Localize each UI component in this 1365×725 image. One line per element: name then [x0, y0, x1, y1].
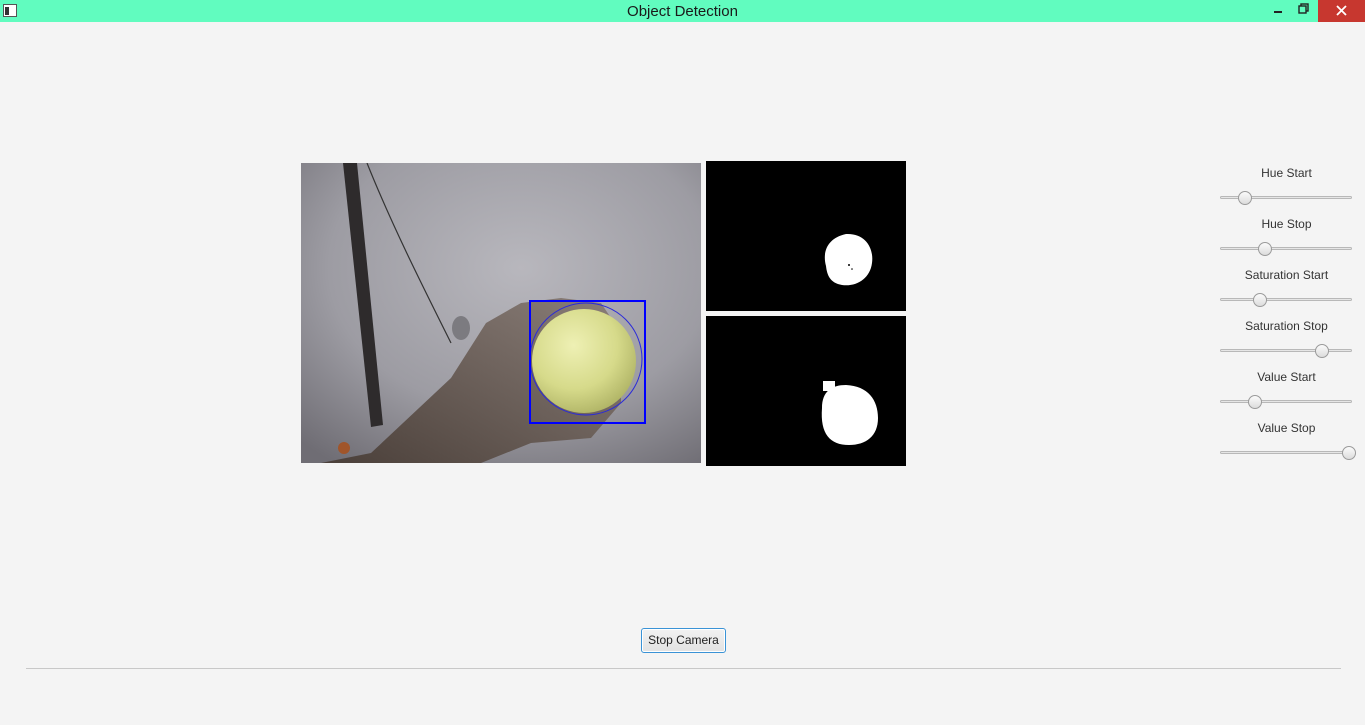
binary-mask-image [824, 233, 873, 286]
close-icon [1336, 5, 1347, 16]
hsv-slider-panel: Hue Start Hue Stop Saturation Start Satu… [1220, 166, 1356, 472]
hue-start-slider-group: Hue Start [1220, 166, 1353, 217]
minimize-button[interactable] [1266, 0, 1290, 22]
saturation-start-track[interactable] [1220, 298, 1352, 301]
stop-camera-button[interactable]: Stop Camera [641, 628, 726, 653]
hue-stop-slider-group: Hue Stop [1220, 217, 1353, 268]
title-bar: Object Detection [0, 0, 1365, 22]
value-stop-label: Value Stop [1257, 421, 1316, 435]
value-stop-slider-group: Value Stop [1220, 421, 1356, 472]
morphology-output-image [821, 381, 878, 445]
value-stop-track[interactable] [1220, 451, 1352, 454]
saturation-stop-slider-group: Saturation Stop [1220, 319, 1353, 370]
morphology-view [706, 316, 906, 466]
hue-start-thumb[interactable] [1238, 191, 1253, 205]
hue-stop-track[interactable] [1220, 247, 1352, 250]
value-start-thumb[interactable] [1247, 395, 1262, 409]
saturation-stop-label: Saturation Stop [1245, 319, 1328, 333]
value-start-track[interactable] [1220, 400, 1352, 403]
saturation-stop-thumb[interactable] [1314, 344, 1329, 358]
maximize-button[interactable] [1291, 0, 1317, 22]
value-start-slider-group: Value Start [1220, 370, 1353, 421]
hue-stop-thumb[interactable] [1257, 242, 1272, 256]
divider [26, 668, 1341, 669]
value-stop-thumb[interactable] [1342, 446, 1356, 460]
saturation-stop-track[interactable] [1220, 349, 1352, 352]
saturation-start-label: Saturation Start [1244, 268, 1329, 282]
saturation-start-slider-group: Saturation Start [1220, 268, 1353, 319]
window-title: Object Detection [627, 3, 738, 20]
hue-stop-label: Hue Stop [1261, 217, 1312, 231]
mask-view [706, 161, 906, 311]
camera-feed [301, 163, 701, 463]
saturation-start-thumb[interactable] [1252, 293, 1267, 307]
value-start-label: Value Start [1257, 370, 1316, 384]
maximize-icon [1298, 3, 1309, 14]
minimize-icon [1274, 11, 1282, 13]
camera-frame-image [301, 163, 701, 463]
hue-start-label: Hue Start [1261, 166, 1312, 180]
close-button[interactable] [1318, 0, 1365, 22]
